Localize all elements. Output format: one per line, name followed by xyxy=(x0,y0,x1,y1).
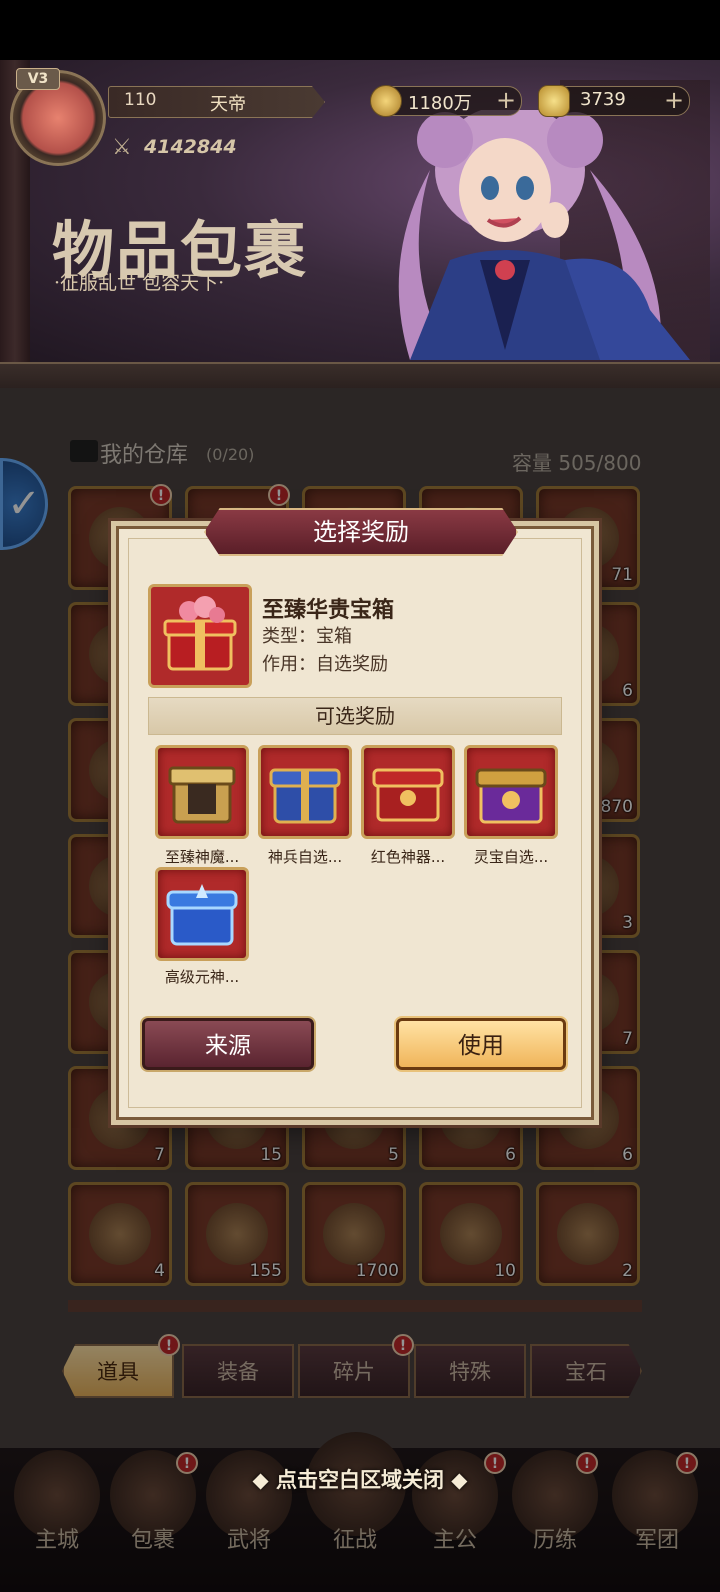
combat-power: 4142844 xyxy=(144,136,237,158)
dialog-title: 选择奖励 xyxy=(204,508,518,556)
page-subtitle: ·征服乱世 包容天下· xyxy=(54,272,225,294)
option-godmagic-chest[interactable] xyxy=(155,745,249,839)
status-bar xyxy=(0,0,720,60)
options-header: 可选奖励 xyxy=(148,697,562,735)
copper-amount: 1180万 xyxy=(408,93,472,114)
gold-ingot-icon xyxy=(538,85,570,117)
option-spirit-treasure-chest[interactable] xyxy=(464,745,558,839)
player-level: 110 xyxy=(124,90,157,110)
option-weapon-chest[interactable] xyxy=(258,745,352,839)
option-red-artifact-chest[interactable] xyxy=(361,745,455,839)
option-label: 至臻神魔... xyxy=(164,848,240,866)
item-name: 至臻华贵宝箱 xyxy=(262,598,395,623)
use-button[interactable]: 使用 xyxy=(396,1018,566,1070)
option-label: 神兵自选... xyxy=(267,848,343,866)
coin-icon xyxy=(370,85,402,117)
item-use: 作用：自选奖励 xyxy=(262,654,388,675)
vip-badge: V3 xyxy=(16,68,60,90)
option-label: 灵宝自选... xyxy=(473,848,549,866)
treasure-chest-icon[interactable] xyxy=(148,584,252,688)
player-title: 天帝 xyxy=(210,94,246,115)
source-button[interactable]: 来源 xyxy=(142,1018,314,1070)
option-label: 高级元神... xyxy=(164,968,240,986)
gift-chest-icon xyxy=(163,596,237,671)
gold-amount: 3739 xyxy=(580,89,626,110)
close-hint[interactable]: ◆ 点击空白区域关闭 ◆ xyxy=(232,1462,488,1498)
item-type: 类型：宝箱 xyxy=(262,626,352,647)
option-label: 红色神器... xyxy=(370,848,446,866)
blue-chest-icon xyxy=(269,768,341,824)
option-advanced-soul-chest[interactable] xyxy=(155,867,249,961)
add-gold-button[interactable]: + xyxy=(664,86,684,114)
character-portrait xyxy=(398,110,690,360)
crossed-swords-icon: ⚔ xyxy=(112,135,132,160)
purple-chest-icon xyxy=(475,768,547,824)
red-chest-icon xyxy=(372,768,444,822)
crystal-chest-icon xyxy=(166,884,238,946)
add-copper-button[interactable]: + xyxy=(496,86,516,114)
gold-chest-icon xyxy=(168,766,236,824)
